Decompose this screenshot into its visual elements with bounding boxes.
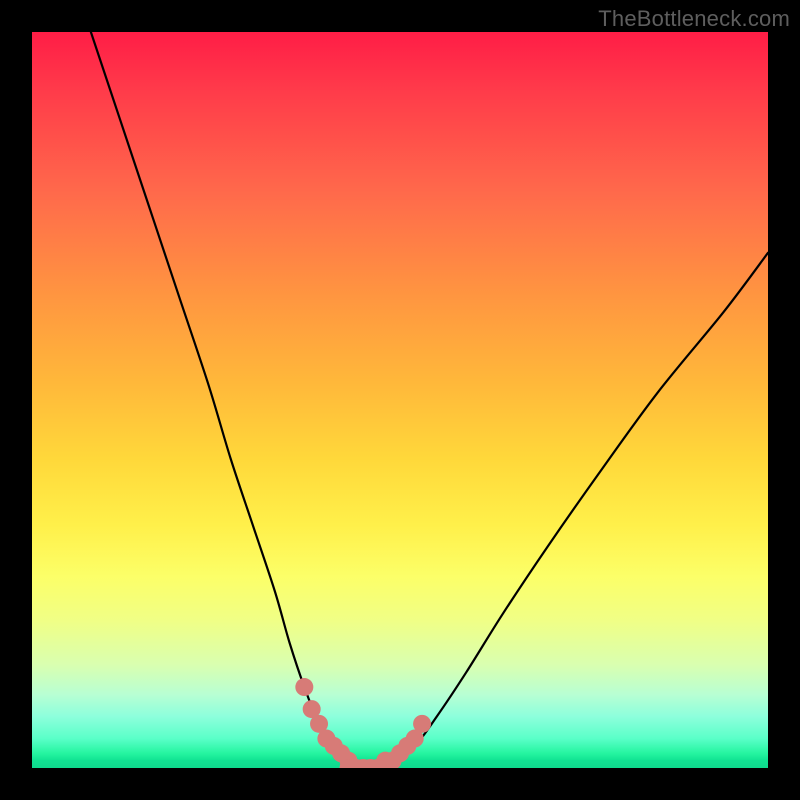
- watermark-text: TheBottleneck.com: [598, 6, 790, 32]
- bottleneck-curve: [91, 32, 768, 768]
- optimum-marker-left: [295, 678, 357, 768]
- optimum-marker-dot: [295, 678, 313, 696]
- optimum-marker-dot: [413, 715, 431, 733]
- chart-svg: [32, 32, 768, 768]
- chart-plot-area: [32, 32, 768, 768]
- chart-frame: TheBottleneck.com: [0, 0, 800, 800]
- optimum-marker-bottom: [339, 759, 386, 768]
